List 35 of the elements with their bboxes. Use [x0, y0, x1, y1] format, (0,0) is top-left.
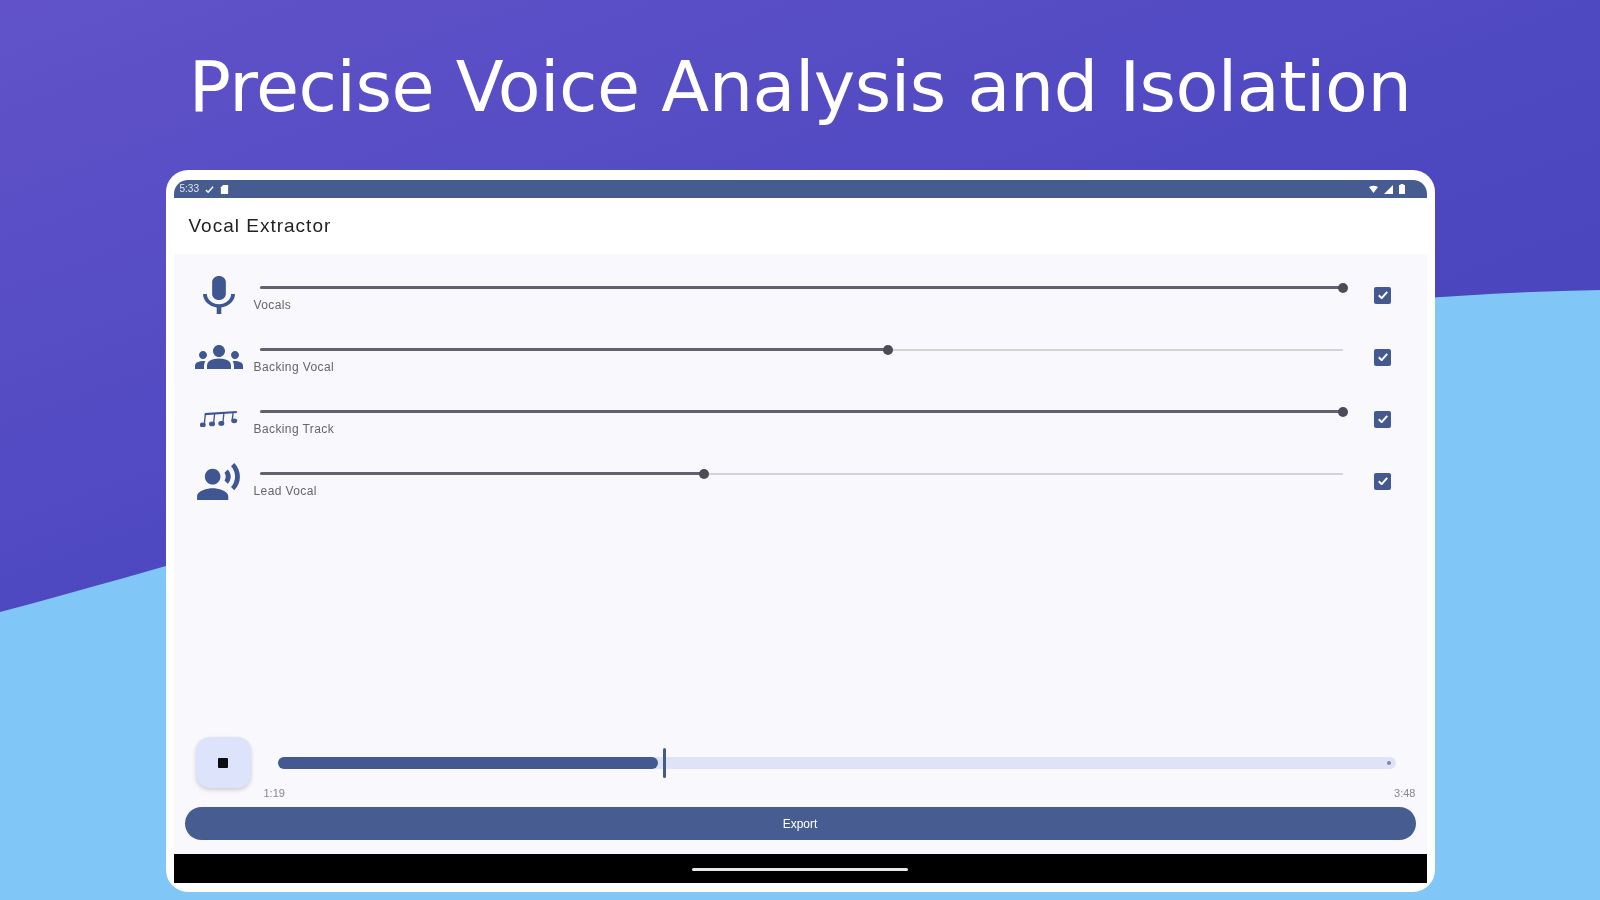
progress-thumb[interactable]	[663, 747, 667, 778]
status-time: 5:33	[179, 183, 199, 195]
checkbox[interactable]	[1374, 410, 1391, 428]
battery-icon	[1398, 184, 1405, 194]
track-label: Backing Vocal	[253, 359, 336, 374]
elapsed-time: 1:19	[263, 786, 285, 800]
total-time: 3:48	[1394, 786, 1416, 800]
checkbox[interactable]	[1374, 472, 1391, 490]
tick-icon	[1377, 477, 1388, 485]
signal-icon	[1383, 184, 1393, 194]
headline: Precise Voice Analysis and Isolation	[187, 45, 1413, 130]
tick-icon	[1377, 353, 1388, 361]
music-notes-icon	[199, 411, 238, 427]
people-group-icon	[194, 345, 243, 369]
track-label: Backing Track	[253, 421, 336, 436]
track-label: Vocals	[253, 297, 293, 312]
wifi-icon	[1368, 184, 1378, 194]
volume-slider-thumb[interactable]	[698, 468, 709, 479]
microphone-icon	[202, 276, 235, 314]
end-dot-icon	[1386, 760, 1391, 765]
tick-icon	[1377, 415, 1388, 423]
tick-icon	[204, 184, 214, 194]
export-button[interactable]: Export	[184, 807, 1416, 840]
volume-slider-thumb[interactable]	[882, 344, 893, 355]
stop-icon	[218, 757, 228, 768]
card-icon	[219, 184, 229, 194]
checkbox[interactable]	[1374, 348, 1391, 366]
stop-button[interactable]	[195, 737, 251, 788]
app-title: Vocal Extractor	[188, 215, 332, 237]
checkbox[interactable]	[1374, 286, 1391, 304]
person-speaking-icon	[196, 462, 241, 500]
track-label: Lead Vocal	[253, 483, 318, 498]
volume-slider-thumb[interactable]	[1337, 282, 1348, 293]
volume-slider-thumb[interactable]	[1337, 406, 1348, 417]
tick-icon	[1377, 291, 1388, 299]
